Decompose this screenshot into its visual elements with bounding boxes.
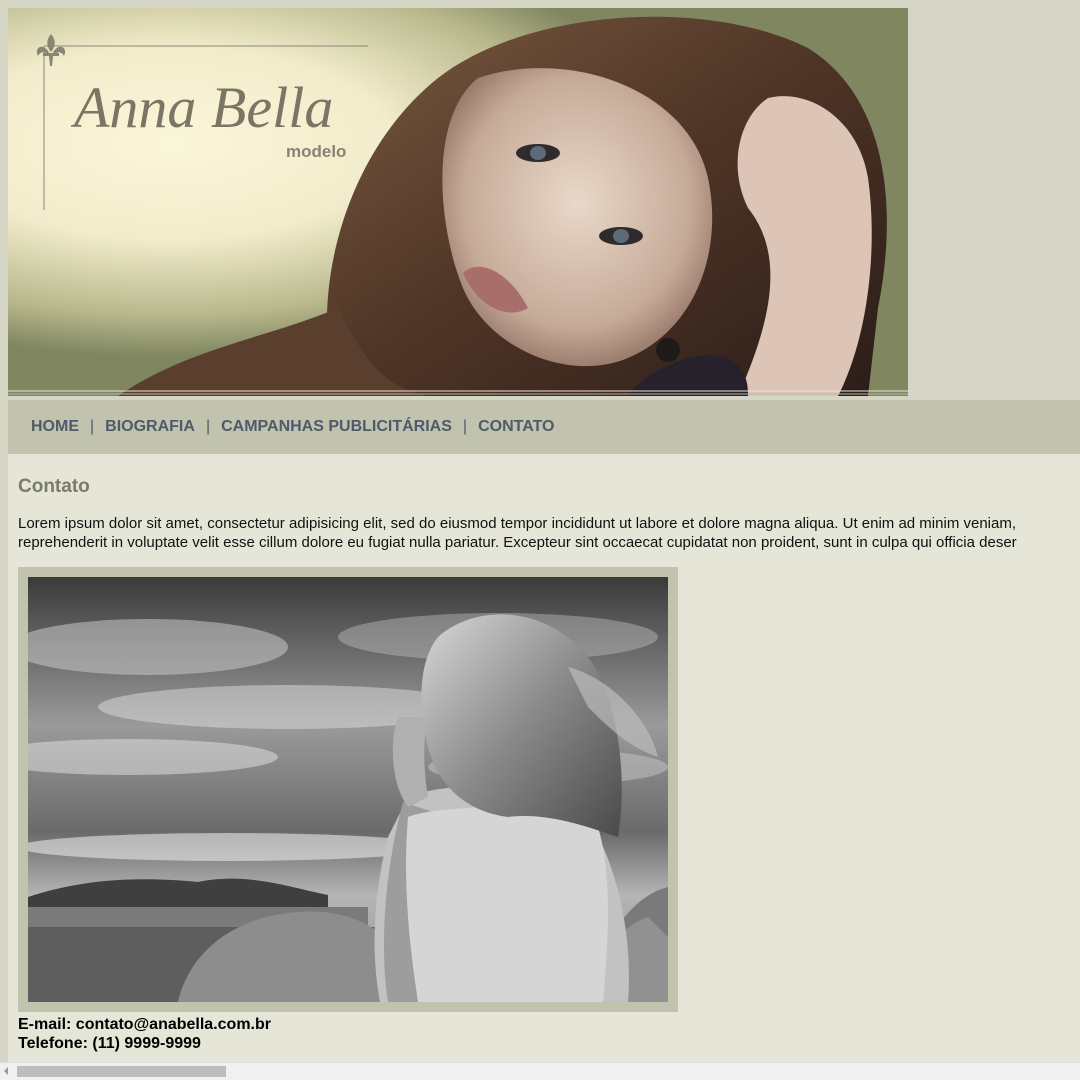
nav-contato[interactable]: CONTATO bbox=[478, 418, 554, 436]
header-banner: Anna Bella modelo bbox=[8, 8, 908, 396]
intro-paragraph-line: reprehenderit in voluptate velit esse ci… bbox=[18, 534, 1017, 551]
nav-separator: | bbox=[462, 418, 468, 435]
chevron-left-icon[interactable] bbox=[4, 1067, 8, 1075]
intro-paragraph-line: Lorem ipsum dolor sit amet, consectetur … bbox=[18, 515, 1016, 532]
contact-info: E-mail: contato@anabella.com.br Telefone… bbox=[18, 1015, 271, 1053]
horizontal-scrollbar[interactable] bbox=[0, 1062, 1080, 1080]
site-subtitle: modelo bbox=[286, 142, 347, 161]
scrollbar-thumb[interactable] bbox=[17, 1066, 226, 1077]
page: Anna Bella modelo HOME | BIOGRAFIA | CAM… bbox=[0, 0, 1080, 1080]
banner-photo bbox=[8, 8, 908, 396]
nav-separator: | bbox=[90, 418, 95, 435]
fleur-de-lis-icon bbox=[36, 34, 66, 66]
nav-home[interactable]: HOME bbox=[31, 418, 79, 436]
page-title: Contato bbox=[18, 476, 90, 497]
main-nav: HOME | BIOGRAFIA | CAMPANHAS PUBLICITÁRI… bbox=[8, 400, 1080, 454]
contact-photo bbox=[28, 577, 668, 1002]
intro-paragraph: Lorem ipsum dolor sit amet, consectetur … bbox=[18, 514, 1017, 552]
nav-biografia[interactable]: BIOGRAFIA bbox=[105, 418, 195, 436]
contact-phone: Telefone: (11) 9999-9999 bbox=[18, 1035, 201, 1052]
contact-email: E-mail: contato@anabella.com.br bbox=[18, 1016, 271, 1033]
site-title: Anna Bella bbox=[74, 75, 334, 140]
photo-frame bbox=[18, 567, 678, 1012]
main-content: Contato Lorem ipsum dolor sit amet, cons… bbox=[8, 454, 1080, 1062]
nav-campanhas[interactable]: CAMPANHAS PUBLICITÁRIAS bbox=[221, 418, 452, 436]
nav-separator: | bbox=[205, 418, 211, 435]
